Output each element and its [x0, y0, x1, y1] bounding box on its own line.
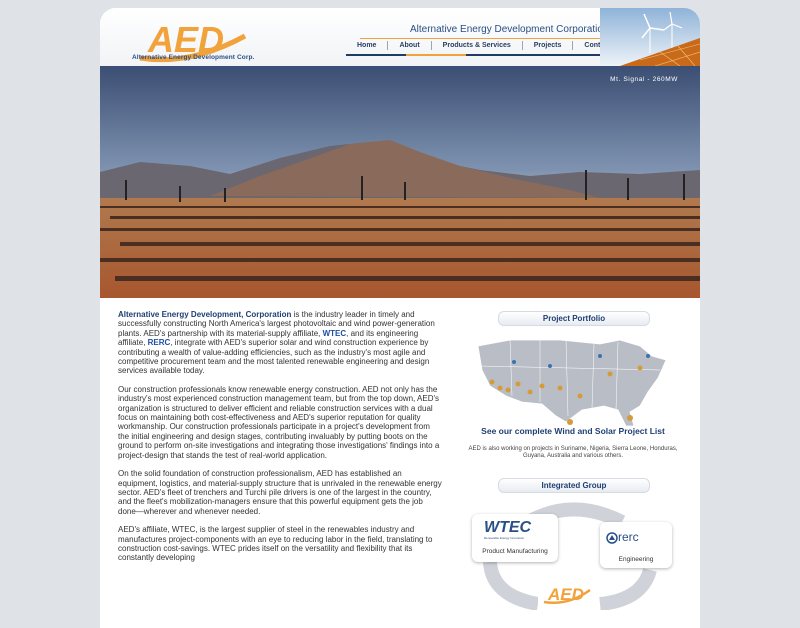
logo-tagline: Alternative Energy Development Corp. [132, 54, 255, 61]
company-name: Alternative Energy Development, Corporat… [118, 310, 292, 319]
nav-products-services[interactable]: Products & Services [432, 41, 523, 50]
aed-small-logo[interactable]: AED [538, 578, 598, 608]
page-container: AED Alternative Energy Development Corp.… [100, 8, 700, 628]
site-header: AED Alternative Energy Development Corp.… [100, 8, 700, 66]
wtec-link[interactable]: WTEC [323, 329, 347, 338]
rerc-emblem-icon [606, 532, 618, 544]
international-projects-note: AED is also working on projects in Surin… [468, 446, 678, 459]
hero-caption: Mt. Signal - 260MW [610, 76, 678, 83]
construction-paragraph: Our construction professionals know rene… [118, 384, 440, 460]
nav-underline [346, 54, 406, 56]
rerc-card[interactable]: rerc Engineering [600, 522, 672, 568]
integrated-group-heading: Integrated Group [498, 478, 650, 493]
wtec-tagline: Renewable Energy Innovation [484, 536, 525, 540]
us-project-map[interactable] [470, 326, 680, 436]
rerc-link[interactable]: RERC [148, 338, 171, 347]
solar-wind-graphic [600, 8, 700, 66]
project-list-link[interactable]: See our complete Wind and Solar Project … [462, 426, 684, 436]
intro-paragraph: Alternative Energy Development, Corporat… [118, 310, 442, 376]
main-nav: Home About Products & Services Projects … [346, 41, 621, 50]
wtec-logo: WTEC [484, 519, 532, 536]
nav-underline [466, 54, 622, 56]
corporation-name: Alternative Energy Development Corporati… [410, 24, 609, 35]
rerc-logo: rerc [618, 530, 639, 544]
hero-image: Mt. Signal - 260MW [100, 66, 700, 298]
nav-projects[interactable]: Projects [523, 41, 574, 50]
equipment-paragraph: On the solid foundation of construction … [118, 469, 442, 516]
wtec-card[interactable]: WTEC Renewable Energy Innovation Product… [472, 514, 558, 562]
project-portfolio-heading: Project Portfolio [498, 311, 650, 326]
nav-underline [406, 54, 466, 56]
header-divider [360, 38, 600, 39]
wtec-paragraph: AED's affiliate, WTEC, is the largest su… [118, 525, 433, 563]
svg-text:AED: AED [547, 585, 584, 604]
solar-site-photo [100, 66, 700, 298]
rerc-label: Engineering [618, 556, 654, 563]
main-content: Alternative Energy Development, Corporat… [118, 310, 442, 572]
nav-about[interactable]: About [388, 41, 432, 50]
wtec-label: Product Manufacturing [482, 548, 548, 555]
nav-home[interactable]: Home [346, 41, 389, 50]
